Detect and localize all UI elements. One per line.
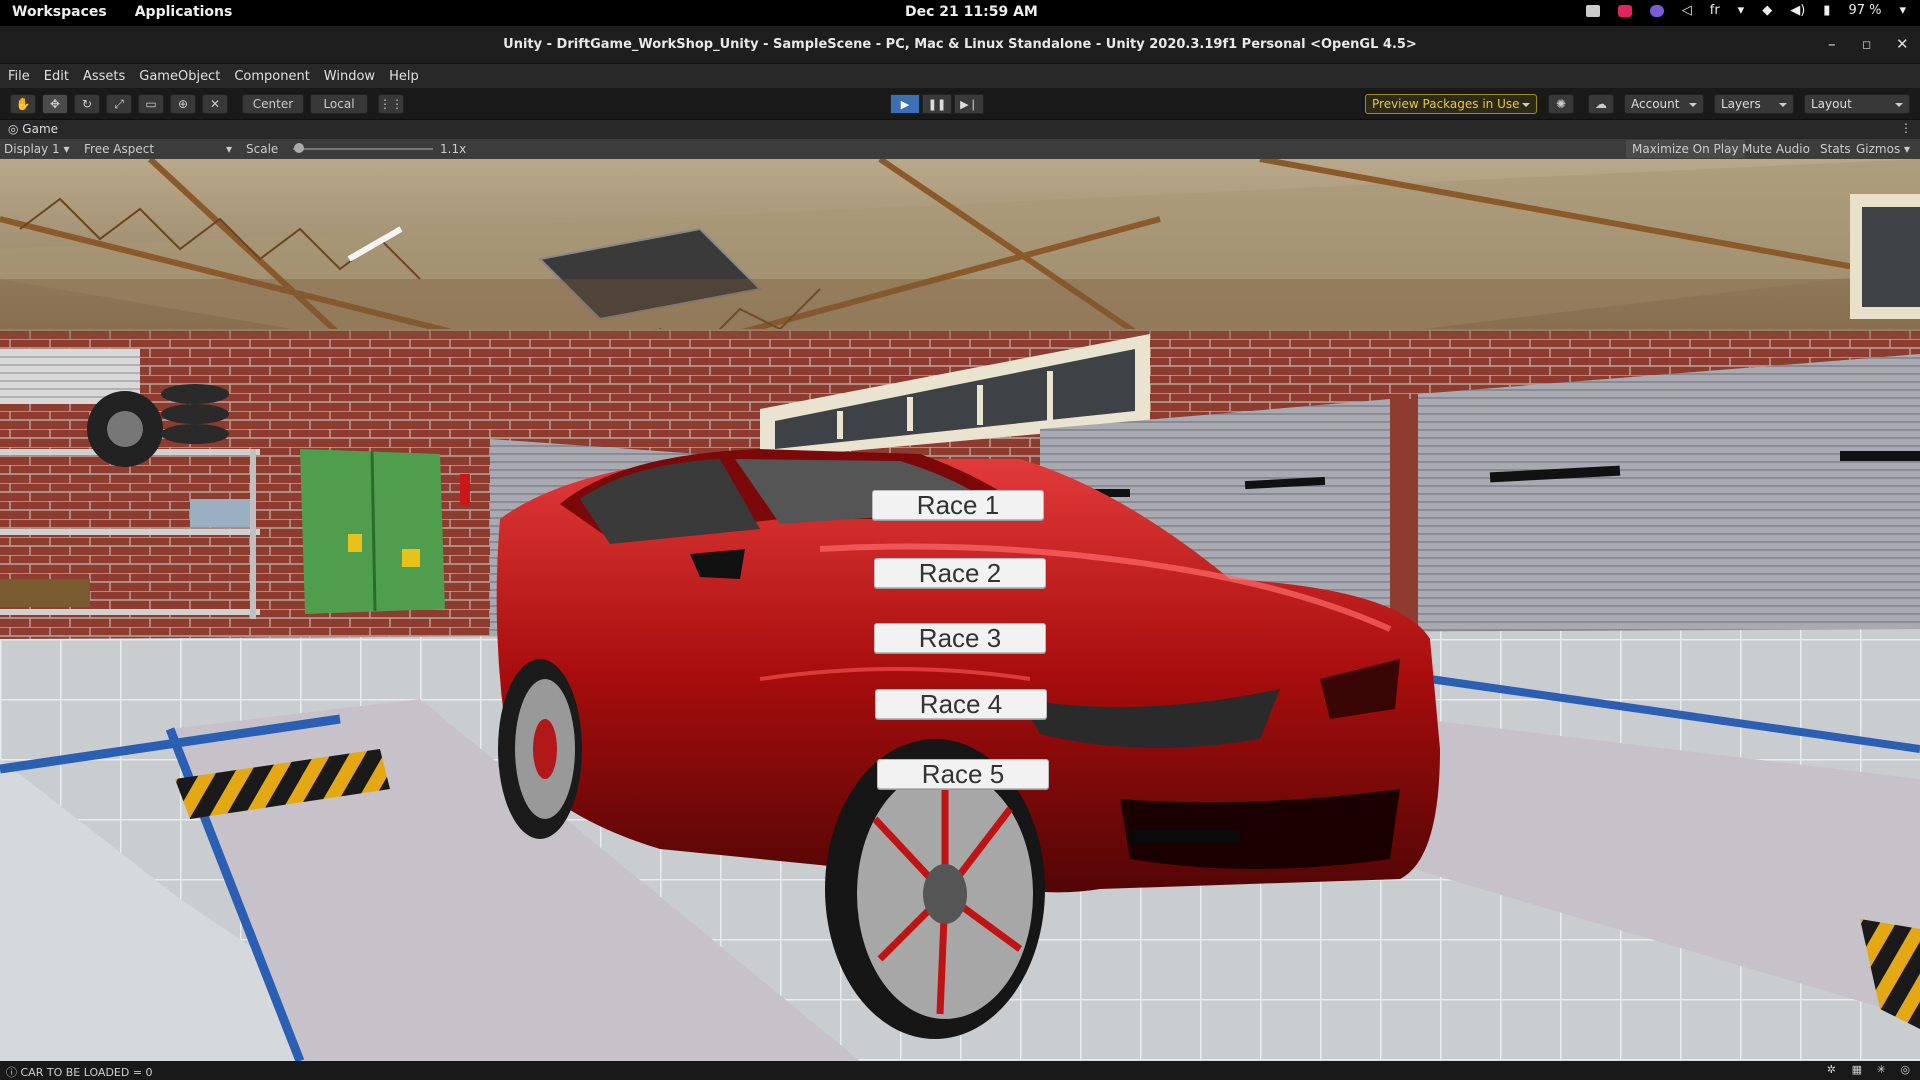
maximize-icon[interactable]: ◻ (1862, 38, 1871, 51)
layers-dropdown[interactable]: Layers (1714, 94, 1794, 114)
info-icon: ⓘ (6, 1066, 21, 1079)
menu-assets[interactable]: Assets (83, 69, 125, 84)
menu-edit[interactable]: Edit (44, 69, 69, 84)
pause-button[interactable]: ❚❚ (922, 94, 952, 114)
wifi-icon[interactable]: ◆ (1762, 3, 1772, 18)
scale-label: Scale (246, 142, 279, 156)
main-toolbar: ✋ ✥ ↻ ⤢ ▭ ⊕ ✕ Center Local ⋮⋮ ▶ ❚❚ ▶❘ Pr… (0, 88, 1920, 120)
layout-dropdown[interactable]: Layout (1804, 94, 1910, 114)
minimize-icon[interactable]: – (1828, 35, 1836, 53)
scale-slider-track[interactable] (293, 148, 433, 150)
app-indicator-icon[interactable] (1617, 4, 1632, 17)
pivot-local-toggle[interactable]: Local (310, 94, 368, 114)
scale-value: 1.1x (440, 142, 467, 156)
menu-help[interactable]: Help (389, 69, 419, 84)
chevron-down-icon[interactable]: ▾ (1738, 3, 1745, 18)
account-dropdown[interactable]: Account (1624, 94, 1704, 114)
display-label: Display 1 (4, 142, 60, 156)
volume-icon[interactable]: ◀) (1790, 3, 1805, 18)
workspaces-menu[interactable]: Workspaces (12, 4, 107, 20)
rect-tool-icon[interactable]: ▭ (138, 94, 164, 114)
preview-packages-dropdown[interactable]: Preview Packages in Use (1365, 94, 1537, 114)
debug-icon[interactable]: ✳ (1877, 1063, 1886, 1076)
unity-icon[interactable]: ◁ (1682, 3, 1692, 18)
screen-icon[interactable] (1585, 4, 1600, 17)
chevron-down-icon[interactable]: ▾ (1899, 3, 1906, 18)
play-button[interactable]: ▶ (890, 94, 920, 114)
menu-bar: File Edit Assets GameObject Component Wi… (0, 64, 1920, 88)
transform-tool-icon[interactable]: ⊕ (170, 94, 196, 114)
pivot-center-label: Center (252, 97, 294, 111)
garage-scene (0, 159, 1920, 1061)
menu-component[interactable]: Component (234, 69, 309, 84)
maximize-on-play-toggle[interactable]: Maximize On Play (1626, 140, 1745, 158)
collab-icon[interactable]: ✺ (1548, 94, 1574, 114)
extension-icon[interactable] (1649, 4, 1664, 17)
aspect-label: Free Aspect (84, 142, 155, 156)
menu-window[interactable]: Window (324, 69, 375, 84)
pivot-local-label: Local (323, 97, 355, 111)
tab-menu-icon[interactable]: ⋮ (1900, 121, 1912, 135)
keyboard-layout[interactable]: fr (1710, 3, 1720, 18)
game-viewport[interactable]: Race 1 Race 2 Race 3 Race 4 Race 5 (0, 159, 1920, 1061)
tab-game[interactable]: ◎ Game (8, 122, 58, 136)
progress-icon[interactable]: ✲ (1827, 1063, 1836, 1076)
hand-tool-icon[interactable]: ✋ (10, 94, 36, 114)
auto-generate-icon[interactable]: ◎ (1900, 1063, 1910, 1076)
pivot-center-toggle[interactable]: Center (242, 94, 304, 114)
gamepad-icon: ◎ (8, 122, 23, 136)
step-button[interactable]: ▶❘ (954, 94, 984, 114)
clock[interactable]: Dec 21 11:59 AM (905, 4, 1038, 20)
battery-icon[interactable]: ▮ (1823, 3, 1830, 18)
menu-file[interactable]: File (8, 69, 30, 84)
tab-game-label: Game (22, 122, 59, 136)
race-4-button[interactable]: Race 4 (875, 689, 1047, 719)
account-label: Account (1631, 97, 1680, 111)
close-icon[interactable]: ✕ (1896, 35, 1909, 53)
race-5-button[interactable]: Race 5 (877, 759, 1049, 789)
scale-tool-icon[interactable]: ⤢ (106, 94, 132, 114)
rotate-tool-icon[interactable]: ↻ (74, 94, 100, 114)
scale-slider-handle[interactable] (294, 143, 304, 153)
game-view-controls: Display 1 ▾ Free Aspect ▾ Scale 1.1x Maxi… (0, 139, 1920, 159)
display-dropdown[interactable]: Display 1 ▾ (4, 142, 70, 156)
layout-label: Layout (1811, 97, 1852, 111)
console-message-text: CAR TO BE LOADED = 0 (20, 1066, 153, 1079)
system-top-bar: Workspaces Applications Dec 21 11:59 AM … (0, 0, 1920, 26)
network-icon[interactable]: ▦ (1852, 1063, 1862, 1076)
game-view-tab-bar: ◎ Game ⋮ (0, 120, 1920, 139)
race-3-button[interactable]: Race 3 (874, 623, 1046, 653)
battery-level[interactable]: 97 % (1848, 3, 1881, 18)
applications-menu[interactable]: Applications (135, 4, 233, 20)
gizmos-dropdown[interactable]: Gizmos ▾ (1850, 140, 1916, 158)
mute-audio-toggle[interactable]: Mute Audio (1736, 140, 1816, 158)
race-1-button[interactable]: Race 1 (872, 490, 1044, 520)
aspect-dropdown[interactable]: Free Aspect ▾ (84, 142, 234, 156)
cloud-icon[interactable]: ☁ (1588, 94, 1614, 114)
race-2-button[interactable]: Race 2 (874, 558, 1046, 588)
console-message[interactable]: ⓘ CAR TO BE LOADED = 0 (6, 1064, 153, 1080)
grid-snap-icon[interactable]: ⋮⋮ (378, 94, 404, 114)
status-bar: ⓘ CAR TO BE LOADED = 0 ✲ ▦ ✳ ◎ (0, 1061, 1920, 1080)
menu-gameobject[interactable]: GameObject (139, 69, 220, 84)
window-title-bar: Unity - DriftGame_WorkShop_Unity - Sampl… (0, 26, 1920, 64)
move-tool-icon[interactable]: ✥ (42, 94, 68, 114)
custom-tool-icon[interactable]: ✕ (202, 94, 228, 114)
gizmos-label: Gizmos (1856, 142, 1901, 156)
window-title: Unity - DriftGame_WorkShop_Unity - Sampl… (503, 37, 1417, 52)
preview-packages-label: Preview Packages in Use (1372, 97, 1520, 111)
layers-label: Layers (1721, 97, 1761, 111)
